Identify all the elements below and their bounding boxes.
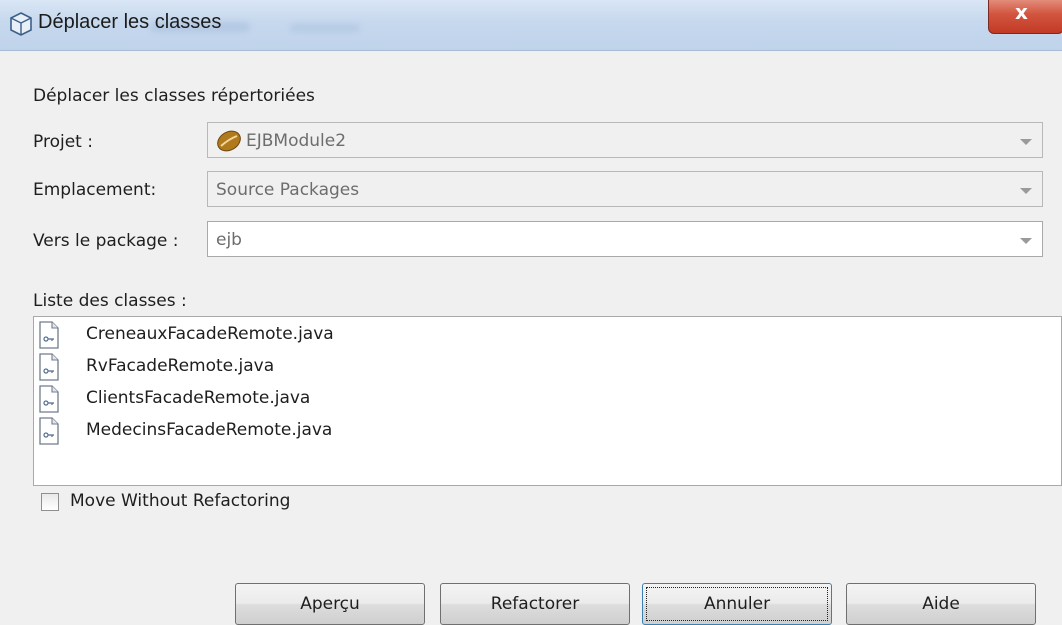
java-file-icon	[39, 385, 59, 413]
dialog-heading: Déplacer les classes répertoriées	[33, 86, 315, 106]
package-value[interactable]: ejb	[216, 230, 242, 250]
class-list[interactable]: CreneauxFacadeRemote.java RvFacadeRemote…	[33, 316, 1062, 486]
title-bar[interactable]: Déplacer les classes x	[0, 0, 1062, 51]
class-list-label: Liste des classes :	[33, 291, 187, 311]
refactor-button[interactable]: Refactorer	[440, 583, 630, 625]
netbeans-cube-icon	[10, 12, 32, 36]
java-file-icon	[39, 353, 59, 381]
preview-button-label: Aperçu	[300, 594, 360, 614]
title-bar-blur	[290, 24, 360, 32]
close-icon: x	[1015, 0, 1028, 24]
refactor-button-label: Refactorer	[490, 594, 580, 614]
location-combobox[interactable]: Source Packages	[207, 171, 1043, 207]
close-button[interactable]: x	[988, 0, 1062, 34]
window-title: Déplacer les classes	[38, 11, 222, 33]
list-item[interactable]: RvFacadeRemote.java	[38, 351, 638, 383]
project-combobox[interactable]: EJBModule2	[207, 122, 1043, 158]
project-label: Projet :	[33, 132, 93, 152]
package-label: Vers le package :	[33, 231, 179, 251]
preview-button[interactable]: Aperçu	[235, 583, 425, 625]
list-item-label: MedecinsFacadeRemote.java	[86, 420, 333, 440]
chevron-down-icon[interactable]	[1020, 238, 1032, 244]
java-file-icon	[39, 321, 59, 349]
list-item-label: ClientsFacadeRemote.java	[86, 388, 311, 408]
list-item-label: RvFacadeRemote.java	[86, 356, 275, 376]
list-item[interactable]: ClientsFacadeRemote.java	[38, 383, 638, 415]
cancel-button[interactable]: Annuler	[642, 583, 832, 625]
list-item[interactable]: MedecinsFacadeRemote.java	[38, 415, 638, 447]
chevron-down-icon	[1020, 139, 1032, 145]
help-button-label: Aide	[922, 594, 960, 614]
location-label: Emplacement:	[33, 180, 157, 200]
move-without-refactoring-checkbox[interactable]	[41, 493, 59, 511]
list-item-label: CreneauxFacadeRemote.java	[86, 324, 334, 344]
move-without-refactoring-label[interactable]: Move Without Refactoring	[70, 491, 290, 511]
help-button[interactable]: Aide	[846, 583, 1036, 625]
chevron-down-icon	[1020, 188, 1032, 194]
java-file-icon	[39, 417, 59, 445]
project-value: EJBModule2	[246, 131, 347, 151]
cancel-button-label: Annuler	[703, 594, 771, 614]
location-value: Source Packages	[216, 180, 360, 200]
bean-icon	[217, 130, 241, 152]
list-item[interactable]: CreneauxFacadeRemote.java	[38, 319, 638, 351]
package-combobox[interactable]: ejb	[207, 221, 1043, 257]
